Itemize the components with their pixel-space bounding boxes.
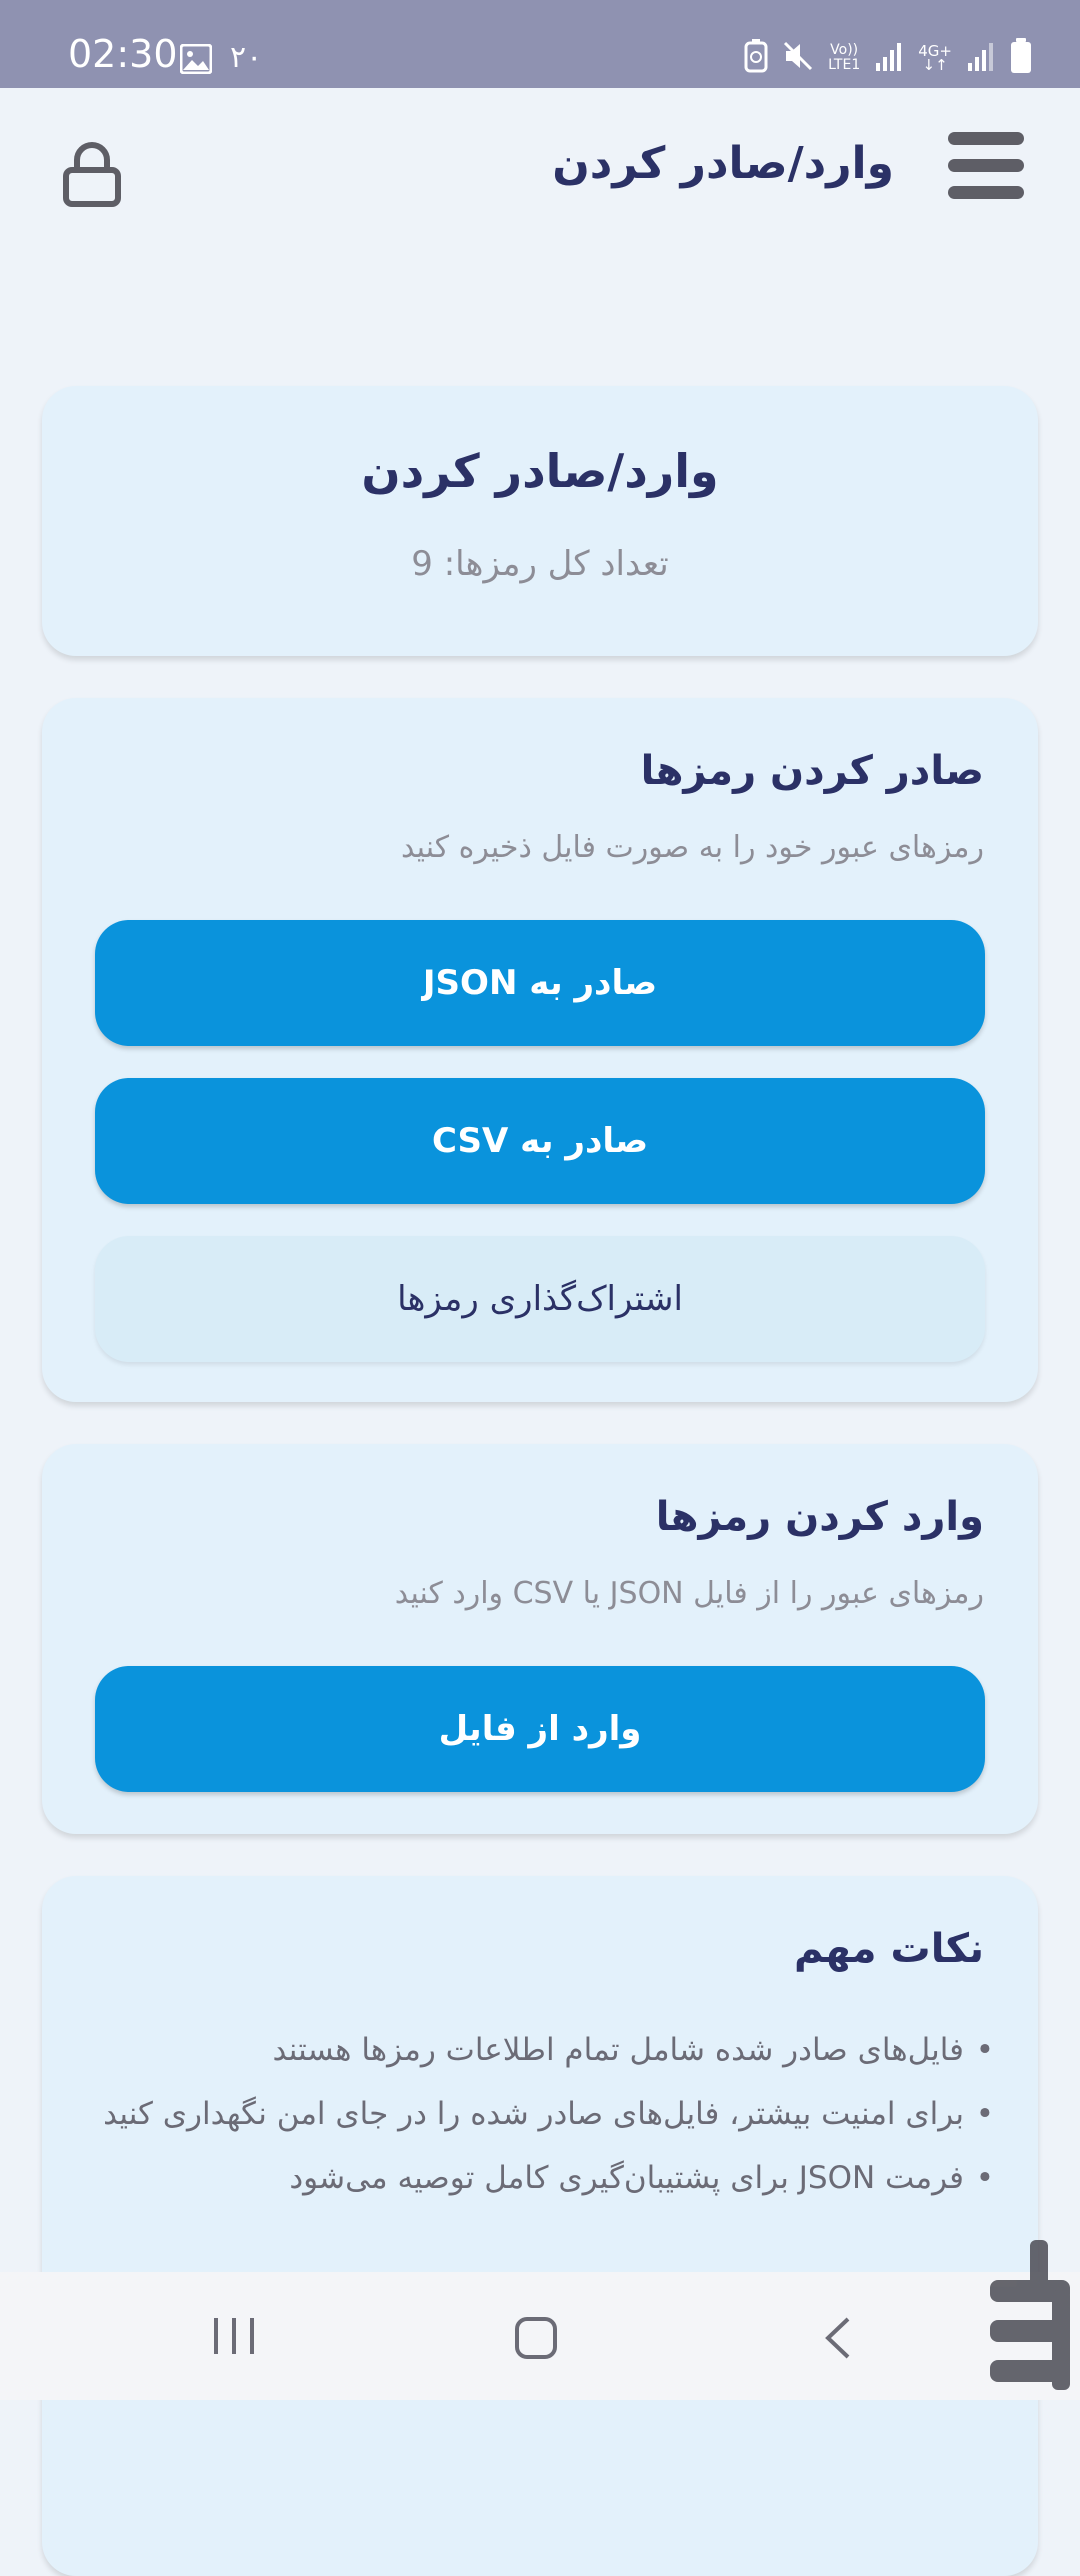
home-icon[interactable]	[514, 2316, 558, 2364]
recent-apps-icon[interactable]	[212, 2316, 256, 2360]
tip-item: فایل‌های صادر شده شامل تمام اطلاعات رمزه…	[82, 2018, 994, 2082]
battery-saver-icon	[744, 39, 768, 77]
export-card: صادر کردن رمزها رمزهای عبور خود را به صو…	[42, 698, 1038, 1402]
import-title: وارد کردن رمزها	[655, 1494, 984, 1540]
tips-list: فایل‌های صادر شده شامل تمام اطلاعات رمزه…	[82, 2018, 994, 2210]
system-navigation-bar	[0, 2272, 1080, 2400]
store-watermark-logo	[970, 2230, 1080, 2400]
signal-icon-2	[966, 41, 996, 75]
network-type-label: 4G+ ↓↑	[918, 42, 952, 74]
signal-icon	[874, 41, 904, 75]
tips-title: نکات مهم	[794, 1926, 984, 1972]
import-card: وارد کردن رمزها رمزهای عبور را از فایل J…	[42, 1444, 1038, 1834]
import-description: رمزهای عبور را از فایل JSON یا CSV وارد …	[394, 1576, 984, 1611]
status-time: 02:30	[68, 32, 178, 76]
summary-title: وارد/صادر کردن	[361, 444, 719, 498]
notification-count: ۲۰	[230, 40, 263, 75]
battery-icon	[1010, 38, 1032, 78]
export-description: رمزهای عبور خود را به صورت فایل ذخیره کن…	[400, 830, 984, 865]
tip-item: فرمت JSON برای پشتیبان‌گیری کامل توصیه م…	[82, 2146, 994, 2210]
import-file-button[interactable]: وارد از فایل	[95, 1666, 985, 1792]
gallery-icon	[179, 43, 213, 78]
back-icon[interactable]	[822, 2316, 852, 2364]
app-bar-title: وارد/صادر کردن	[552, 138, 894, 189]
tips-card: نکات مهم فایل‌های صادر شده شامل تمام اطل…	[42, 1876, 1038, 2576]
mute-icon	[782, 40, 814, 76]
summary-card: وارد/صادر کردن تعداد کل رمزها: 9	[42, 386, 1038, 656]
status-bar: 02:30 ۲۰ Vo)) LTE1 4G+ ↓↑	[0, 0, 1080, 88]
lock-icon[interactable]	[62, 142, 122, 208]
app-bar: وارد/صادر کردن	[0, 88, 1080, 248]
share-passwords-button[interactable]: اشتراک‌گذاری رمزها	[95, 1236, 985, 1362]
export-title: صادر کردن رمزها	[640, 748, 984, 794]
password-count: تعداد کل رمزها: 9	[411, 544, 669, 584]
export-json-button[interactable]: صادر به JSON	[95, 920, 985, 1046]
menu-icon[interactable]	[948, 132, 1024, 208]
tip-item: برای امنیت بیشتر، فایل‌های صادر شده را د…	[82, 2082, 994, 2146]
network-volte-label: Vo)) LTE1	[828, 42, 861, 73]
export-csv-button[interactable]: صادر به CSV	[95, 1078, 985, 1204]
